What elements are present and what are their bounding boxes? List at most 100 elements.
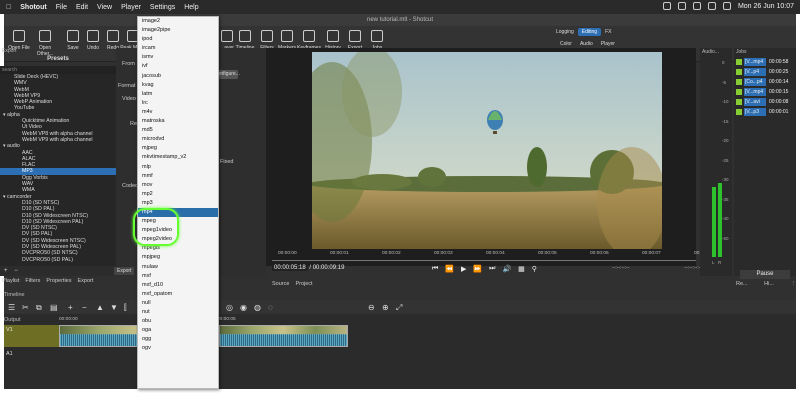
pause-jobs-button[interactable]: Pause [740,270,790,279]
format-option[interactable]: mov [138,181,218,190]
jobs-action-1[interactable]: Hi... [764,281,774,287]
layout-player[interactable]: Player [597,40,619,48]
lift-icon[interactable]: ▲ [96,303,104,312]
format-option[interactable]: md5 [138,126,218,135]
job-row[interactable]: [V...mp4 00:00:15 [735,88,795,96]
export-file-button[interactable]: Export [114,267,135,275]
format-option[interactable]: mp3 [138,199,218,208]
format-option[interactable]: ogv [138,344,218,353]
job-row[interactable]: [V...mp4 00:00:58 [735,58,795,66]
format-option[interactable]: obu [138,317,218,326]
format-option[interactable]: mxf_d10 [138,281,218,290]
format-option[interactable]: null [138,299,218,308]
clock[interactable]: Mon 26 Jun 10:07 [738,3,794,10]
menu-settings[interactable]: Settings [150,4,175,11]
format-option[interactable]: ipod [138,35,218,44]
volume-icon[interactable]: 🔊 [502,265,511,273]
format-option[interactable]: nut [138,308,218,317]
skip-previous-icon[interactable]: ⏮ [432,265,438,273]
layout-color[interactable]: Color [556,40,576,48]
zoom-out-icon[interactable]: ⊖ [368,303,375,312]
format-option[interactable]: mxf [138,272,218,281]
add-preset-button[interactable]: + [4,268,8,274]
menu-player[interactable]: Player [121,4,141,11]
zoom-in-icon[interactable]: ⊕ [382,303,389,312]
split-icon[interactable]: ⫿ [124,303,127,313]
tab-properties[interactable]: Properties [46,276,71,286]
current-timecode[interactable]: 00:00:05:18 [272,265,308,271]
format-option[interactable]: ircam [138,44,218,53]
zoom-icon[interactable]: ⚲ [532,265,537,273]
append-icon[interactable]: + [68,303,73,312]
format-option[interactable]: mkvtimestamp_v2 [138,153,218,162]
menu-icon[interactable]: ☰ [8,303,15,312]
format-option[interactable]: mxf_opatom [138,290,218,299]
skip-next-icon[interactable]: ⏭ [489,265,495,273]
format-option[interactable]: kvag [138,81,218,90]
preset-search-input[interactable]: search [0,66,116,74]
layout-logging[interactable]: Logging [552,28,578,36]
remove-icon[interactable]: − [82,303,87,312]
job-row[interactable]: [V...p3 00:00:01 [735,108,795,116]
format-option[interactable]: mjpeg [138,144,218,153]
tab-playlist[interactable]: Playlist [2,276,19,286]
layout-editing[interactable]: Editing [577,28,602,36]
format-option[interactable]: ismv [138,53,218,62]
battery-icon[interactable] [677,2,686,10]
job-row[interactable]: [Co...p4 00:00:14 [735,78,795,86]
fast-forward-icon[interactable]: ⏩ [473,265,482,273]
zoom-fit-icon[interactable]: ⤢ [396,303,402,313]
format-option[interactable]: oga [138,326,218,335]
format-option[interactable]: ivf [138,62,218,71]
timeline-clip[interactable] [219,325,348,347]
format-option[interactable]: latm [138,90,218,99]
format-option[interactable]: m4v [138,108,218,117]
format-option[interactable]: mlp [138,163,218,172]
cut-icon[interactable]: ✂ [22,303,29,312]
preset-item[interactable]: DVCPRO50 (SD PAL) [0,257,116,263]
format-option[interactable]: mmf [138,172,218,181]
job-row[interactable]: [V...p4 00:00:25 [735,68,795,76]
paste-icon[interactable]: ▤ [50,303,58,312]
ripple-icon[interactable]: ◍ [254,303,261,312]
play-icon[interactable]: ▶ [461,265,466,273]
layout-audio[interactable]: Audio [576,40,597,48]
preset-list[interactable]: Slide Deck (HEVC) WMV WebM WebM VP9 WebP Ani… [0,74,116,266]
format-option[interactable]: mp2 [138,190,218,199]
grid-icon[interactable]: ▦ [518,265,525,273]
format-option[interactable]: image2pipe [138,26,218,35]
menu-edit[interactable]: Edit [76,4,88,11]
copy-icon[interactable]: ⧉ [36,303,42,313]
dropbox-icon[interactable] [662,2,671,10]
menu-help[interactable]: Help [184,4,198,11]
format-option[interactable]: mulaw [138,263,218,272]
jobs-action-2[interactable]: ⋮ [791,281,797,287]
layout-fx[interactable]: FX [601,28,615,36]
video-tab[interactable]: Video [122,96,136,102]
format-option[interactable]: lrc [138,99,218,108]
job-row[interactable]: [V...avi 00:00:08 [735,98,795,106]
menu-file[interactable]: File [56,4,67,11]
tab-project[interactable]: Project [295,279,312,289]
format-option[interactable]: microdvd [138,135,218,144]
format-dropdown[interactable]: image2 image2pipe ipod ircam ismv ivf jacosub k… [137,16,219,389]
player-ruler[interactable]: 00:00:00 00:00:01 00:00:02 00:00:03 00:00:04… [272,249,713,261]
apple-menu-icon[interactable]:  [6,4,11,11]
control-center-icon[interactable] [722,2,731,10]
wifi-icon[interactable] [692,2,701,10]
snap-icon[interactable]: ◎ [226,303,233,312]
scrub-icon[interactable]: ◉ [240,303,247,312]
overwrite-icon[interactable]: ▼ [110,303,118,312]
tab-filters[interactable]: Filters [25,276,40,286]
tab-source[interactable]: Source [272,279,289,289]
format-option[interactable]: jacosub [138,72,218,81]
format-option[interactable]: ogg [138,335,218,344]
ripple-all-icon[interactable]: ◌ [268,303,273,312]
menu-shotout[interactable]: Shotout [20,4,46,11]
jobs-action-0[interactable]: Re... [736,281,748,287]
search-icon[interactable] [707,2,716,10]
format-option[interactable]: matroska [138,117,218,126]
remove-preset-button[interactable]: − [14,268,18,274]
menu-view[interactable]: View [97,4,112,11]
format-option[interactable]: mpjpeg [138,253,218,262]
